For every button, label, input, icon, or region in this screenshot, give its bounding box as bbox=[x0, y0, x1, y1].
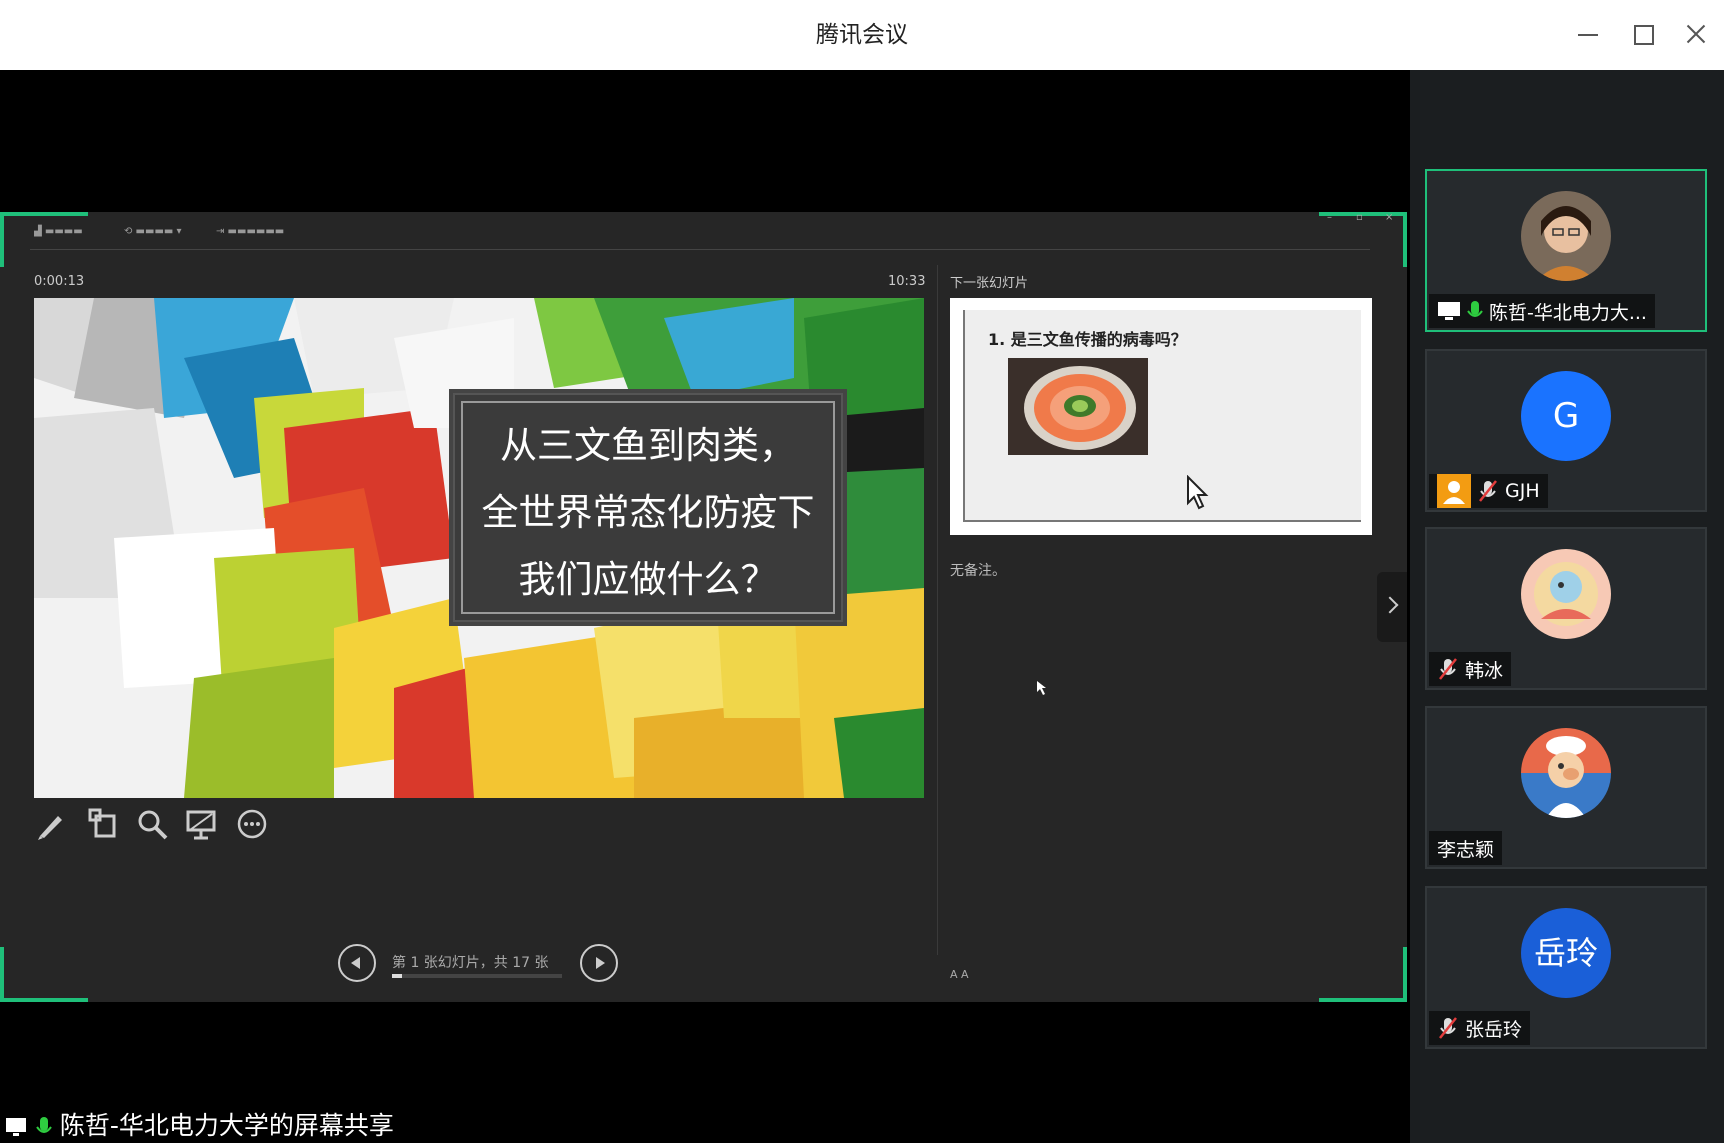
share-frame-corner bbox=[1319, 947, 1407, 1002]
avatar bbox=[1521, 191, 1611, 281]
participant-tile[interactable]: G GJH bbox=[1425, 349, 1707, 512]
participant-tile[interactable]: 韩冰 bbox=[1425, 527, 1707, 690]
presenter-toolbar-item[interactable]: ▟ ▬▬▬▬ bbox=[34, 226, 83, 237]
screen-icon[interactable] bbox=[184, 806, 220, 842]
mic-muted-icon bbox=[1479, 480, 1497, 502]
presenter-toolbar-item[interactable]: ⇥ ▬▬▬▬▬▬ bbox=[216, 226, 284, 237]
participant-name: GJH bbox=[1505, 480, 1540, 502]
participant-namebar: GJH bbox=[1429, 474, 1548, 508]
slide-title-line: 我们应做什么？ bbox=[518, 558, 778, 601]
participant-namebar: 韩冰 bbox=[1429, 652, 1512, 686]
mic-on-icon bbox=[36, 1117, 52, 1133]
salmon-image bbox=[1008, 358, 1148, 455]
participant-name: 张岳玲 bbox=[1465, 1018, 1523, 1041]
ppt-close-icon[interactable]: × bbox=[1385, 212, 1393, 223]
expand-panel-button[interactable] bbox=[1377, 572, 1407, 642]
previous-slide-button[interactable] bbox=[338, 944, 376, 982]
ppt-minimize-icon[interactable]: – bbox=[1327, 212, 1332, 223]
title-bar: 腾讯会议 bbox=[0, 0, 1724, 70]
ppt-restore-icon[interactable]: ▫ bbox=[1356, 212, 1363, 223]
zoom-icon[interactable] bbox=[134, 806, 170, 842]
participant-namebar: 李志颖 bbox=[1429, 831, 1503, 865]
person-icon bbox=[1437, 474, 1471, 508]
mic-muted-icon bbox=[1439, 1017, 1457, 1039]
presenter-tools bbox=[34, 806, 294, 842]
slide-notes: 无备注。 bbox=[950, 563, 1006, 579]
participant-namebar: 张岳玲 bbox=[1429, 1011, 1531, 1045]
next-slide-label: 下一张幻灯片 bbox=[950, 276, 1029, 291]
avatar: G bbox=[1521, 371, 1611, 461]
participant-tile[interactable]: 陈哲-华北电力大... bbox=[1425, 169, 1707, 332]
pen-icon[interactable] bbox=[34, 806, 70, 842]
slide-count: 第 1 张幻灯片，共 17 张 bbox=[392, 955, 549, 971]
participant-tile[interactable]: 岳玲 张岳玲 bbox=[1425, 886, 1707, 1049]
participant-tile[interactable]: 李志颖 bbox=[1425, 706, 1707, 869]
avatar bbox=[1521, 728, 1611, 818]
slide-progress-fill bbox=[392, 974, 403, 978]
slide-title-line: 从三文鱼到肉类， bbox=[500, 424, 796, 467]
laser-icon[interactable] bbox=[84, 806, 120, 842]
participant-name: 李志颖 bbox=[1437, 838, 1495, 861]
presentation-clock: 10:33 bbox=[888, 274, 926, 289]
presenter-toolbar-item[interactable]: ⟲ ▬▬▬▬ ▾ bbox=[124, 226, 182, 237]
next-slide-preview[interactable]: 1. 是三文鱼传播的病毒吗？ bbox=[950, 298, 1372, 535]
next-slide-button[interactable] bbox=[580, 944, 618, 982]
window-title: 腾讯会议 bbox=[816, 22, 908, 48]
participant-namebar: 陈哲-华北电力大... bbox=[1429, 294, 1655, 328]
screen-share-icon bbox=[6, 1118, 26, 1136]
mic-on-icon bbox=[1467, 301, 1483, 317]
small-cursor-icon bbox=[1037, 681, 1046, 695]
participant-name: 陈哲-华北电力大... bbox=[1489, 301, 1647, 324]
mouse-cursor-icon bbox=[1187, 475, 1209, 510]
avatar bbox=[1521, 549, 1611, 639]
presenter-toolbar: ▟ ▬▬▬▬ ⟲ ▬▬▬▬ ▾ ⇥ ▬▬▬▬▬▬ bbox=[30, 222, 1370, 250]
font-size-buttons[interactable]: A A bbox=[950, 968, 969, 981]
panel-divider bbox=[937, 265, 938, 955]
close-button[interactable] bbox=[1679, 17, 1713, 51]
minimize-button[interactable] bbox=[1571, 17, 1605, 51]
more-icon[interactable] bbox=[234, 806, 270, 842]
maximize-button[interactable] bbox=[1625, 17, 1659, 51]
participant-name: 韩冰 bbox=[1465, 659, 1504, 682]
mic-muted-icon bbox=[1439, 658, 1457, 680]
screen-share-label-text: 陈哲-华北电力大学的屏幕共享 bbox=[59, 1111, 394, 1140]
presentation-timer: 0:00:13 bbox=[34, 274, 85, 289]
avatar: 岳玲 bbox=[1521, 908, 1611, 998]
share-frame-corner bbox=[0, 947, 88, 1002]
current-slide: 从三文鱼到肉类， 全世界常态化防疫下 我们应做什么？ bbox=[34, 298, 924, 798]
screen-share-icon bbox=[1438, 302, 1460, 320]
slide-title-box: 从三文鱼到肉类， 全世界常态化防疫下 我们应做什么？ bbox=[449, 389, 847, 626]
slide-progress-bar bbox=[392, 974, 562, 978]
screen-share-label: 陈哲-华北电力大学的屏幕共享 bbox=[4, 1106, 394, 1142]
slide-title-line: 全世界常态化防疫下 bbox=[481, 491, 815, 534]
next-slide-question: 1. 是三文鱼传播的病毒吗？ bbox=[988, 330, 1187, 349]
